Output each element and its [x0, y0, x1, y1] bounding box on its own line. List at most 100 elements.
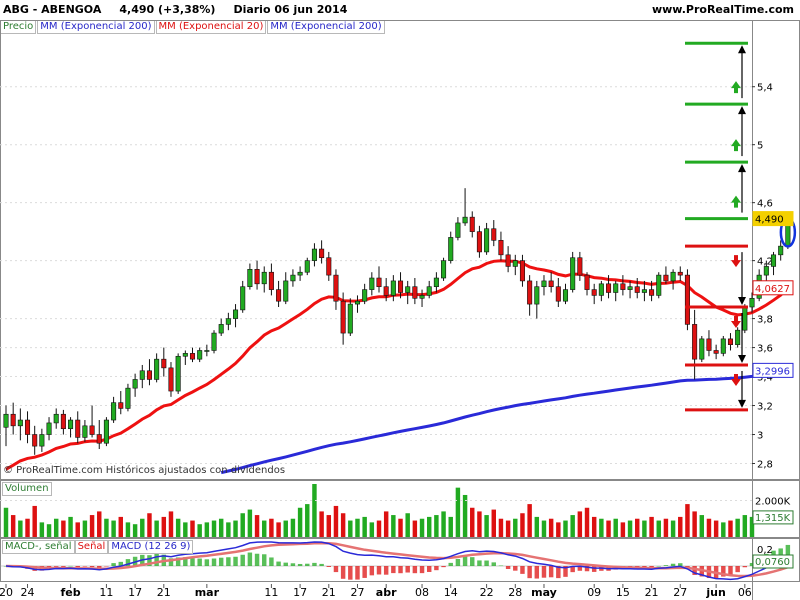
candle: [189, 347, 196, 363]
volume-bar: [491, 509, 496, 537]
candle-body: [584, 274, 590, 290]
volume-bar: [312, 484, 317, 537]
candle: [519, 254, 525, 287]
volume-bar: [240, 513, 245, 537]
stop-arrow-head: [738, 354, 746, 363]
macd-histogram-bar: [204, 559, 210, 566]
macd-histogram-bar: [269, 557, 274, 566]
stop-down-icon: [731, 315, 741, 328]
target-up-icon: [731, 195, 741, 208]
candle: [304, 257, 310, 276]
candle-body: [311, 248, 317, 261]
volume-bar: [369, 522, 375, 537]
candle-body: [161, 358, 167, 369]
volume-bar: [484, 515, 489, 537]
volume-bar: [685, 504, 690, 537]
macd-histogram-bar: [455, 558, 461, 566]
price-y-tick-label: 4,6: [757, 199, 773, 210]
stop-down-icon: [731, 373, 741, 386]
candle-body: [591, 289, 597, 296]
candle: [240, 280, 246, 313]
candle: [727, 333, 734, 351]
volume-bar: [247, 509, 253, 537]
volume-bar: [233, 520, 238, 537]
target-up-icon: [731, 139, 741, 152]
x-axis-label: 22: [480, 586, 494, 599]
macd-histogram-bar: [254, 553, 260, 566]
candle-body: [82, 425, 88, 438]
x-axis-label: 14: [444, 586, 458, 599]
candle-body: [742, 306, 748, 331]
candle: [491, 220, 497, 247]
candle: [699, 335, 705, 363]
x-axis-label: 27: [350, 586, 364, 599]
candle: [82, 420, 88, 442]
macd-histogram-bar: [376, 566, 382, 575]
volume-bar: [333, 505, 339, 537]
candle: [670, 269, 676, 290]
stop-arrow-head: [738, 399, 746, 408]
candle: [735, 327, 741, 348]
volume-bar: [305, 504, 310, 537]
macd-histogram-bar: [527, 566, 532, 579]
volume-bar: [405, 513, 410, 537]
candle-body: [247, 269, 253, 288]
volume-panel-label[interactable]: Volumen: [2, 482, 52, 496]
macd-histogram-bar: [226, 557, 231, 566]
candle-body: [448, 237, 454, 261]
volume-bar: [520, 513, 525, 537]
volume-bar: [398, 518, 403, 537]
candle-body: [598, 283, 604, 296]
senal-label[interactable]: Señal: [74, 540, 109, 554]
x-axis-label: may: [531, 586, 557, 599]
macd-histogram-bar: [75, 566, 80, 568]
macd-histogram-bar: [68, 565, 73, 567]
volume-bar: [104, 518, 109, 537]
candle-body: [290, 274, 296, 282]
candle-body: [383, 286, 389, 296]
candle: [283, 272, 289, 305]
candle: [577, 251, 583, 281]
price-y-tick-label: 5,4: [757, 83, 773, 94]
candle: [562, 283, 569, 305]
candle: [103, 417, 109, 447]
x-axis-label: abr: [376, 586, 397, 599]
candle-body: [103, 419, 109, 444]
macd-histogram-bar: [498, 565, 504, 567]
candle-body: [577, 257, 583, 276]
candle: [24, 411, 31, 444]
macd-histogram-bar: [434, 566, 439, 571]
candle-body: [541, 280, 547, 288]
candle: [677, 266, 683, 281]
candle-body: [218, 324, 224, 334]
candle: [462, 188, 468, 226]
candle: [204, 344, 210, 357]
candle: [60, 409, 66, 435]
volume-bar: [448, 516, 453, 537]
macd-histogram-bar: [505, 566, 511, 570]
volume-bar: [218, 518, 224, 537]
candle: [770, 251, 777, 276]
macd-histogram-bar: [312, 562, 317, 566]
macd-label[interactable]: MACD (12 26 9): [108, 540, 194, 554]
macd-histogram-bar: [513, 566, 518, 571]
target-arrow-head: [738, 106, 746, 115]
macd-histogram-bar: [656, 565, 661, 567]
candle: [319, 240, 325, 264]
candle: [161, 347, 167, 377]
x-axis-label: 28: [508, 586, 522, 599]
macd-histogram-bar: [448, 562, 453, 566]
macd-histogram-bar: [534, 566, 540, 579]
macd-histogram-bar: [419, 566, 425, 574]
candle: [441, 257, 447, 281]
candle-body: [369, 277, 375, 290]
volume-bar: [269, 518, 274, 537]
macd-histogram-bar: [276, 561, 281, 566]
candle-body: [469, 216, 475, 232]
macd-signal-label[interactable]: MACD-, señal: [2, 540, 75, 554]
candle: [448, 231, 454, 264]
ema20-line: [5, 259, 789, 471]
volume-bar: [89, 515, 95, 537]
candle: [225, 312, 231, 331]
candle-body: [627, 286, 633, 290]
